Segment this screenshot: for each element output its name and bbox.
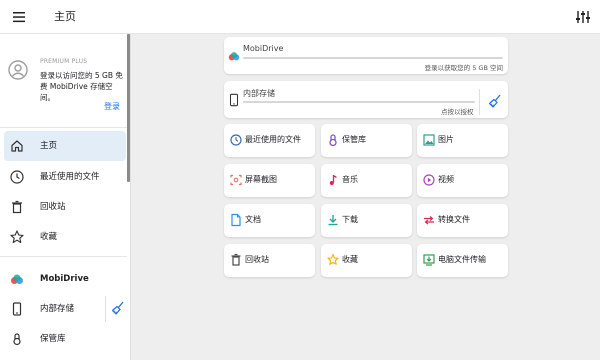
drawer-item-recent[interactable]: 最近使用的文件 xyxy=(4,162,126,192)
tile-label: 回收站 xyxy=(245,255,269,264)
tile-recent-files[interactable]: 最近使用的文件 xyxy=(224,124,315,157)
star-icon xyxy=(10,230,24,244)
drawer-item-label: 内部存储 xyxy=(40,304,75,314)
cloud-icon xyxy=(228,52,240,61)
plan-label: PREMIUM PLUS xyxy=(40,58,88,65)
music-note-icon xyxy=(329,175,337,185)
tile-downloads[interactable]: 下载 xyxy=(321,204,412,237)
tile-label: 音乐 xyxy=(342,175,358,184)
star-icon xyxy=(327,253,339,265)
cloud-icon xyxy=(11,274,23,284)
storage-name: 内部存储 xyxy=(243,89,275,98)
lock-icon xyxy=(13,333,21,346)
card-separator xyxy=(479,89,480,115)
drawer-item-label: MobiDrive xyxy=(40,274,89,284)
tile-favorites[interactable]: 收藏 xyxy=(321,244,412,277)
account-description: 登录以访问您的 5 GB 免费 MobiDrive 存储空间。 xyxy=(40,71,123,102)
storage-note: 点按以授权 xyxy=(441,108,474,116)
tile-label: 收藏 xyxy=(342,255,358,264)
drawer-divider xyxy=(0,256,127,257)
tile-label: 屏幕截图 xyxy=(245,175,277,184)
drawer-item-trash[interactable]: 回收站 xyxy=(4,192,126,222)
tile-images[interactable]: 图片 xyxy=(417,124,508,157)
drawer-clean-separator xyxy=(105,296,106,322)
tile-vault[interactable]: 保管库 xyxy=(321,124,412,157)
tile-convert-files[interactable]: 转换文件 xyxy=(417,204,508,237)
phone-icon xyxy=(12,302,22,316)
play-circle-icon xyxy=(423,174,435,186)
tile-label: 保管库 xyxy=(342,135,366,144)
tile-label: 下载 xyxy=(342,215,358,224)
drawer-item-label: 回收站 xyxy=(40,202,66,212)
tile-pc-file-transfer[interactable]: 电脑文件传输 xyxy=(417,244,508,277)
storage-usage-bar xyxy=(243,57,503,59)
account-circle-icon[interactable] xyxy=(8,60,28,80)
convert-icon xyxy=(424,216,434,225)
drawer-item-vault[interactable]: 保管库 xyxy=(4,324,126,354)
tile-label: 电脑文件传输 xyxy=(438,255,486,264)
broom-icon[interactable] xyxy=(487,93,503,109)
image-icon xyxy=(423,134,435,146)
clock-icon xyxy=(10,170,24,184)
drawer-item-internal-storage[interactable]: 内部存储 xyxy=(4,294,104,324)
drawer-item-label: 最近使用的文件 xyxy=(40,172,100,182)
tile-trash[interactable]: 回收站 xyxy=(224,244,315,277)
storage-name: MobiDrive xyxy=(243,44,284,53)
storage-note: 登录以获取您的 5 GB 空间 xyxy=(424,64,503,72)
lock-icon xyxy=(329,134,337,147)
drawer-edge xyxy=(130,34,131,360)
drawer-item-label: 保管库 xyxy=(40,334,66,344)
phone-icon xyxy=(229,93,239,107)
pc-transfer-icon xyxy=(423,254,435,266)
tile-label: 文档 xyxy=(245,215,261,224)
tile-label: 视频 xyxy=(438,175,454,184)
internal-storage-card[interactable]: 内部存储 点按以授权 xyxy=(224,81,508,118)
page-title: 主页 xyxy=(54,10,76,23)
trash-icon xyxy=(12,200,22,214)
account-section: PREMIUM PLUS 登录以访问您的 5 GB 免费 MobiDrive 存… xyxy=(0,34,130,126)
drawer-item-label: 主页 xyxy=(40,141,58,151)
login-link[interactable]: 登录 xyxy=(104,101,120,112)
tile-screenshots[interactable]: 屏幕截图 xyxy=(224,164,315,197)
document-icon xyxy=(231,213,241,227)
top-app-bar: 主页 xyxy=(0,0,600,34)
tile-documents[interactable]: 文档 xyxy=(224,204,315,237)
broom-icon[interactable] xyxy=(110,300,126,316)
tile-label: 转换文件 xyxy=(438,215,470,224)
download-icon xyxy=(328,215,338,226)
tile-music[interactable]: 音乐 xyxy=(321,164,412,197)
drawer-item-home[interactable]: 主页 xyxy=(4,131,126,161)
tune-icon[interactable] xyxy=(574,8,592,26)
drawer-item-favorites[interactable]: 收藏 xyxy=(4,222,126,252)
drawer-item-mobidrive[interactable]: MobiDrive xyxy=(4,264,126,294)
drawer-item-label: 收藏 xyxy=(40,232,58,242)
trash-icon xyxy=(231,253,241,266)
home-icon xyxy=(11,140,23,152)
storage-usage-bar xyxy=(243,101,475,103)
tile-label: 图片 xyxy=(438,135,454,144)
menu-icon[interactable] xyxy=(11,9,27,25)
tile-videos[interactable]: 视频 xyxy=(417,164,508,197)
mobidrive-storage-card[interactable]: MobiDrive 登录以获取您的 5 GB 空间 xyxy=(224,37,508,74)
tile-label: 最近使用的文件 xyxy=(245,135,301,144)
drawer-divider xyxy=(0,127,127,128)
screenshot-icon xyxy=(230,174,242,186)
clock-icon xyxy=(230,134,242,146)
